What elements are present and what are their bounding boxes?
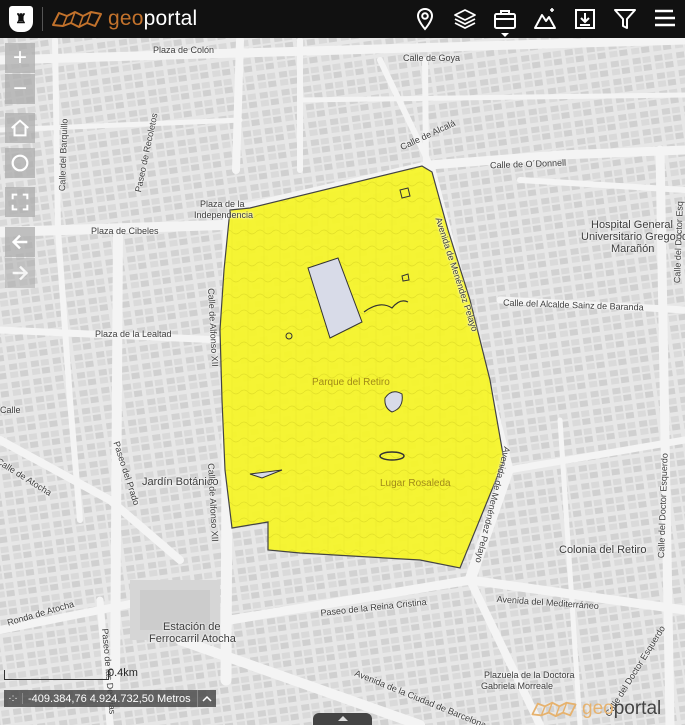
filter-icon[interactable]	[605, 0, 645, 38]
arrow-right-icon	[12, 265, 29, 281]
home-button[interactable]	[5, 113, 35, 143]
dropdown-caret-icon	[501, 33, 509, 37]
caret-up-icon	[337, 716, 348, 721]
bottom-panel-toggle[interactable]	[313, 713, 372, 725]
map-fold-watermark-icon	[531, 701, 577, 718]
circle-target-icon	[11, 154, 29, 172]
scale-label: 0.4km	[108, 667, 138, 679]
brand-portal: portal	[143, 7, 198, 30]
geoportal-logo[interactable]: geoportal	[51, 0, 197, 38]
home-icon	[11, 119, 29, 137]
label-plaza-lealtad: Plaza de la Lealtad	[95, 329, 172, 339]
toolbar	[405, 0, 685, 38]
arrow-left-icon	[11, 234, 28, 250]
brand-geo: geo	[108, 7, 144, 30]
label-parque-retiro: Parque del Retiro	[312, 377, 390, 388]
location-pin-icon[interactable]	[405, 0, 445, 38]
zoom-out-button[interactable]: −	[5, 74, 35, 104]
chevron-up-icon[interactable]	[196, 690, 216, 707]
map-view[interactable]: Plaza de Colón Calle de Goya Calle de Al…	[0, 38, 685, 725]
coordinates-options-button[interactable]: ·:·	[4, 693, 23, 704]
geoportal-watermark: geoportal	[530, 698, 661, 720]
label-plazuela-2: Gabriela Morreale	[481, 681, 554, 691]
label-plaza-cibeles: Plaza de Cibeles	[91, 226, 159, 236]
madrid-crest-icon[interactable]: ♜	[9, 6, 33, 32]
label-colonia-retiro: Colonia del Retiro	[559, 544, 647, 556]
watermark-portal: portal	[613, 698, 662, 719]
download-icon[interactable]	[565, 0, 605, 38]
label-plaza-independencia-1: Plaza de la	[200, 199, 245, 209]
fullscreen-button[interactable]	[5, 187, 35, 217]
zoom-in-button[interactable]: +	[5, 43, 35, 73]
coordinates-bar: ·:· -409.384,76 4.924.732,50 Metros	[4, 690, 216, 707]
label-lugar-rosaleda: Lugar Rosaleda	[380, 478, 451, 489]
menu-icon[interactable]	[645, 0, 685, 38]
briefcase-icon[interactable]	[485, 0, 525, 38]
top-bar: ♜ geoportal	[0, 0, 685, 38]
label-hospital-3: Marañón	[611, 243, 655, 255]
header-divider	[42, 7, 43, 31]
label-hospital-2: Universitario Gregorio	[581, 231, 685, 243]
zoom-in-label: +	[12, 44, 27, 71]
locate-button[interactable]	[5, 148, 35, 178]
coordinates-readout: -409.384,76 4.924.732,50 Metros	[28, 692, 191, 705]
layers-icon[interactable]	[445, 0, 485, 38]
label-plaza-colon: Plaza de Colón	[153, 45, 215, 55]
fullscreen-icon	[11, 193, 29, 211]
scale-bar	[4, 670, 109, 680]
label-plazuela-1: Plazuela de la Doctora	[484, 670, 575, 680]
label-hospital-1: Hospital General	[591, 219, 673, 231]
previous-view-button[interactable]	[5, 227, 35, 257]
mountain-measure-icon[interactable]	[525, 0, 565, 38]
label-estacion-2: Ferrocarril Atocha	[149, 633, 236, 645]
next-view-button[interactable]	[5, 258, 35, 288]
zoom-out-label: −	[12, 75, 27, 102]
label-plaza-independencia-2: Independencia	[194, 210, 254, 220]
label-calle-goya: Calle de Goya	[403, 53, 461, 63]
label-estacion-1: Estación de	[163, 621, 221, 633]
watermark-geo: geo	[582, 698, 614, 719]
label-calle-edge: Calle	[0, 405, 21, 415]
map-fold-icon	[52, 11, 102, 28]
